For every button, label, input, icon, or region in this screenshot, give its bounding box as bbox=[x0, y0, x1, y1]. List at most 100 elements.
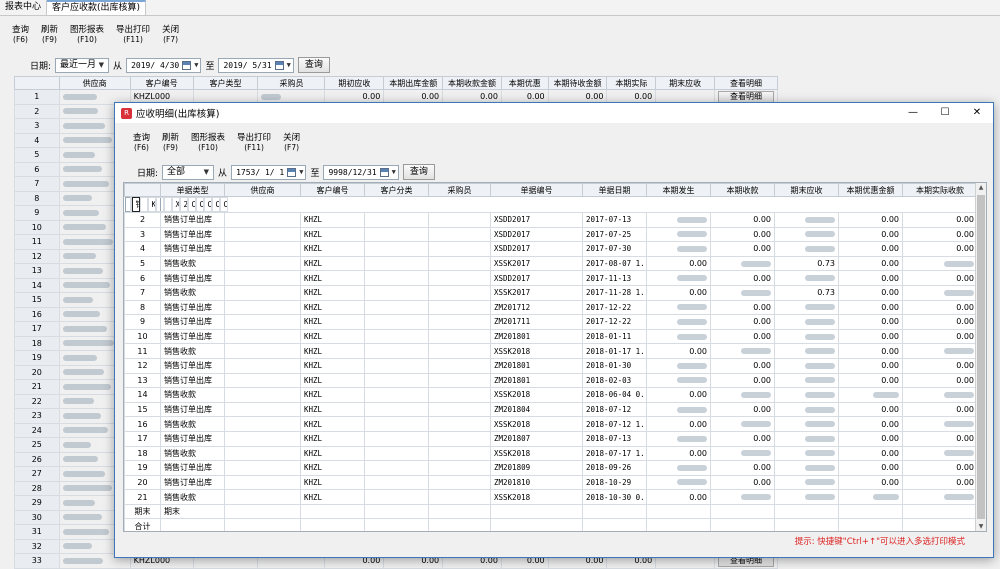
row-number: 33 bbox=[14, 553, 60, 569]
col-header[interactable]: 本期实际收款 bbox=[902, 183, 978, 197]
doc-type-cell[interactable]: 销售收款 bbox=[160, 416, 225, 432]
doc-type-cell[interactable]: 销售订单出库 bbox=[160, 270, 225, 286]
table-row[interactable]: 15 销售订单出库 KHZL ZM201804 2018-07-12 0.00 0.00 0.… bbox=[124, 401, 978, 418]
doc-type-cell[interactable]: 销售订单出库 bbox=[160, 474, 225, 491]
to-date-picker[interactable]: 2019/ 5/31 ▼ bbox=[218, 57, 294, 73]
table-row[interactable]: 3 销售订单出库 KHZL XSDD2017 2017-07-25 0.00 0.00 0.0… bbox=[124, 226, 978, 243]
close-button[interactable]: 关闭 (F7) bbox=[162, 22, 179, 45]
col-header[interactable]: 采购员 bbox=[257, 76, 326, 90]
table-row[interactable]: 13 销售订单出库 KHZL ZM201801 2018-02-03 0.00 0.00 0.… bbox=[124, 372, 978, 389]
doc-type-cell[interactable] bbox=[160, 518, 225, 531]
dialog-export-print-button[interactable]: 导出打印 (F11) bbox=[237, 130, 271, 160]
doc-type-cell[interactable]: 销售订单出库 bbox=[160, 430, 225, 447]
col-header[interactable]: 查看明细 bbox=[714, 76, 778, 90]
tab-report-center[interactable]: 报表中心 bbox=[0, 0, 48, 15]
col-header[interactable]: 供应商 bbox=[58, 76, 131, 90]
table-row[interactable]: 19 销售订单出库 KHZL ZM201809 2018-09-26 0.00 0.00 0.… bbox=[124, 460, 978, 476]
table-row[interactable]: 18销售收款KHZLXSSK20182018-07-17 1...0.000.0… bbox=[124, 445, 978, 462]
table-row[interactable]: 8 销售订单出库 KHZL ZM201712 2017-12-22 0.00 0.00 0.0… bbox=[124, 299, 978, 316]
table-row[interactable]: 21 销售收款 KHZL XSSK20182018-10-30 0...0.00 bbox=[124, 489, 978, 505]
query-button[interactable]: 查询 (F6) bbox=[12, 22, 29, 45]
table-row[interactable]: 2 销售订单出库 KHZL XSDD2017 2017-07-13 0.00 0.00 0.0… bbox=[124, 212, 978, 228]
doc-type-cell[interactable]: 销售订单出库 bbox=[160, 241, 225, 257]
doc-type-cell[interactable]: 销售收款 bbox=[160, 343, 225, 359]
refresh-button[interactable]: 刷新 (F9) bbox=[41, 22, 58, 45]
col-header[interactable]: 期末应收 bbox=[774, 183, 839, 197]
table-row[interactable]: 6 销售订单出库 KHZL XSDD2017 2017-11-13 0.00 0.00 0.0… bbox=[124, 270, 978, 286]
col-header[interactable]: 单据类型 bbox=[160, 183, 225, 197]
doc-type-cell[interactable]: 销售收款 bbox=[160, 489, 225, 505]
period-select[interactable]: 全部 ▼ bbox=[162, 164, 215, 180]
maximize-icon[interactable]: ☐ bbox=[929, 103, 961, 123]
col-header[interactable]: 客户类型 bbox=[192, 76, 259, 90]
col-header[interactable]: 本期收款金额 bbox=[442, 76, 502, 90]
col-header[interactable]: 本期待收金额 bbox=[547, 76, 608, 90]
table-row[interactable]: ▶ 1销售订单出库KHZLXSDD20172017-06-140.000.000… bbox=[124, 197, 228, 212]
doc-type-cell[interactable]: 销售订单出库 bbox=[160, 212, 225, 228]
col-header[interactable]: 期末应收 bbox=[655, 76, 716, 90]
table-row[interactable]: 11销售收款KHZLXSSK20182018-01-17 1...0.000.0… bbox=[124, 343, 978, 359]
doc-type-cell[interactable]: 销售订单出库 bbox=[160, 328, 225, 345]
doc-type-cell[interactable]: 销售订单出库 bbox=[160, 299, 225, 316]
close-icon[interactable]: ✕ bbox=[961, 103, 993, 123]
col-header[interactable]: 本期实际 bbox=[606, 76, 657, 90]
col-header[interactable]: 本期出库金额 bbox=[383, 76, 444, 90]
table-row[interactable]: 9 销售订单出库 KHZL ZM201711 2017-12-22 0.00 0.00 0.0… bbox=[124, 314, 978, 330]
minimize-icon[interactable]: — bbox=[897, 103, 929, 123]
table-row[interactable]: 4 销售订单出库 KHZL XSDD2017 2017-07-30 0.00 0.00 0.0… bbox=[124, 241, 978, 257]
from-date-picker[interactable]: 1753/ 1/ 1 ▼ bbox=[231, 164, 307, 180]
doc-type-cell[interactable]: 销售订单出库 bbox=[160, 314, 225, 330]
view-detail-button[interactable]: 查看明细 bbox=[718, 90, 774, 103]
to-date-picker[interactable]: 9998/12/31 ▼ bbox=[323, 164, 399, 180]
col-header[interactable]: 期初应收 bbox=[324, 76, 385, 90]
table-row[interactable]: 17 销售订单出库 KHZL ZM201807 2018-07-13 0.00 0.00 0.… bbox=[124, 430, 978, 447]
doc-type-cell[interactable]: 期末 bbox=[160, 503, 225, 520]
scroll-up-icon[interactable]: ▲ bbox=[976, 184, 986, 191]
scroll-down-icon[interactable]: ▼ bbox=[976, 523, 986, 530]
doc-type-cell[interactable]: 销售收款 bbox=[160, 445, 225, 462]
filter-query-button[interactable]: 查询 bbox=[402, 164, 435, 180]
table-row[interactable]: 12 销售订单出库 KHZL ZM201801 2018-01-30 0.00 0.00 0.… bbox=[124, 357, 978, 374]
col-header[interactable]: 本期发生 bbox=[646, 183, 711, 197]
col-header[interactable]: 供应商 bbox=[224, 183, 301, 197]
table-row[interactable]: 14 销售收款 KHZL XSSK20182018-06-04 0...0.00 bbox=[124, 387, 978, 403]
col-header[interactable]: 本期优惠 bbox=[500, 76, 549, 90]
col-header[interactable]: 单据编号 bbox=[490, 183, 583, 197]
col-header[interactable]: 本期优惠金额 bbox=[838, 183, 903, 197]
filter-query-button[interactable]: 查询 bbox=[297, 57, 330, 73]
period-select[interactable]: 最近一月 ▼ bbox=[55, 57, 110, 73]
doc-type-cell[interactable]: 销售订单出库 bbox=[131, 197, 140, 212]
doc-type-cell[interactable]: 销售订单出库 bbox=[160, 357, 225, 374]
chart-report-button[interactable]: 图形报表 (F10) bbox=[70, 22, 104, 45]
col-header[interactable]: 客户编号 bbox=[300, 183, 365, 197]
dialog-query-button[interactable]: 查询 (F6) bbox=[133, 130, 150, 160]
doc-type-cell[interactable]: 销售订单出库 bbox=[160, 372, 225, 389]
doc-type-cell[interactable]: 销售收款 bbox=[160, 255, 225, 272]
doc-type-cell[interactable]: 销售订单出库 bbox=[160, 460, 225, 476]
table-row[interactable]: 期末 期末 bbox=[124, 503, 978, 520]
table-row[interactable]: 10 销售订单出库 KHZL ZM201801 2018-01-11 0.00 0.00 0.… bbox=[124, 328, 978, 345]
dialog-close-button[interactable]: 关闭 (F7) bbox=[283, 130, 300, 160]
dialog-refresh-button[interactable]: 刷新 (F9) bbox=[162, 130, 179, 160]
tab-customer-receivables[interactable]: 客户应收款(出库核算) bbox=[47, 0, 147, 15]
col-header[interactable]: 采购员 bbox=[428, 183, 491, 197]
col-header[interactable]: 客户编号 bbox=[129, 76, 194, 90]
vertical-scrollbar[interactable]: ▲ ▼ bbox=[975, 183, 986, 531]
from-date-picker[interactable]: 2019/ 4/30 ▼ bbox=[126, 57, 202, 73]
table-row[interactable]: 5销售收款KHZLXSSK20172017-08-07 1...0.000.73… bbox=[124, 255, 978, 272]
col-header[interactable]: 单据日期 bbox=[582, 183, 647, 197]
doc-type-cell[interactable]: 销售订单出库 bbox=[160, 401, 225, 418]
col-header[interactable]: 客户分类 bbox=[364, 183, 429, 197]
table-row[interactable]: 合计 bbox=[124, 518, 978, 531]
table-row[interactable]: 16销售收款KHZLXSSK20182018-07-12 1...0.000.0… bbox=[124, 416, 978, 432]
doc-type-cell[interactable]: 销售订单出库 bbox=[160, 226, 225, 243]
scroll-thumb[interactable] bbox=[977, 195, 985, 519]
dialog-titlebar[interactable]: R 应收明细(出库核算) — ☐ ✕ bbox=[115, 103, 993, 123]
doc-type-cell[interactable]: 销售收款 bbox=[160, 387, 225, 403]
table-row[interactable]: 7销售收款KHZLXSSK20172017-11-28 1...0.000.73… bbox=[124, 284, 978, 301]
export-print-button[interactable]: 导出打印 (F11) bbox=[116, 22, 150, 45]
dialog-chart-report-button[interactable]: 图形报表 (F10) bbox=[191, 130, 225, 160]
table-row[interactable]: 20 销售订单出库 KHZL ZM201810 2018-10-29 0.00 0.00 0.… bbox=[124, 474, 978, 491]
col-header[interactable]: 本期收款 bbox=[710, 183, 775, 197]
doc-type-cell[interactable]: 销售收款 bbox=[160, 284, 225, 301]
